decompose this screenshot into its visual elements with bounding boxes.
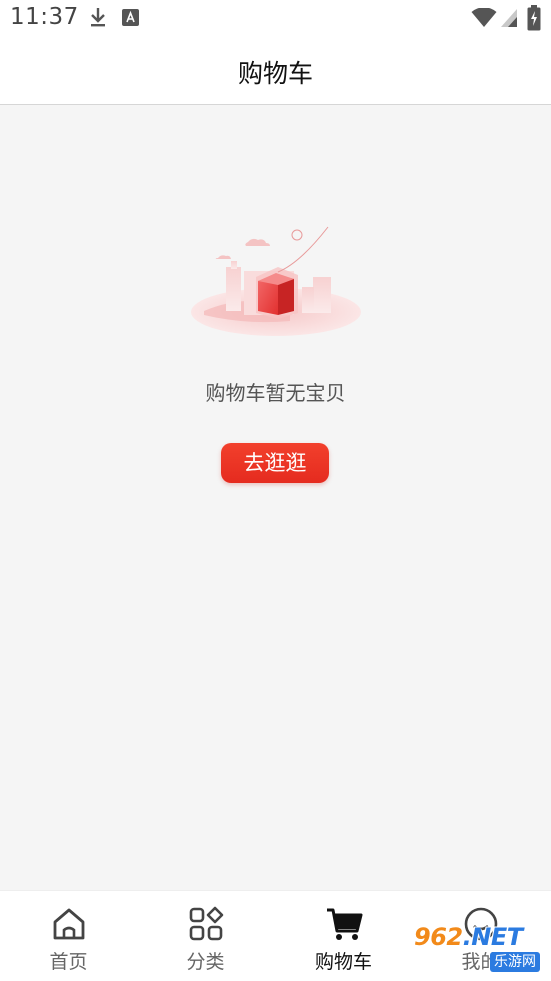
tab-profile[interactable]: 我的 (412, 891, 549, 981)
bottom-tab-bar: 首页 分类 购物车 我的 (0, 890, 551, 981)
home-icon (53, 908, 84, 940)
page-title: 购物车 (237, 59, 313, 88)
tab-cart[interactable]: 购物车 (275, 891, 412, 981)
keyboard-a-icon (122, 9, 139, 26)
status-bar: 11:37 (0, 0, 551, 38)
status-time: 11:37 (10, 4, 79, 30)
cell-signal-icon (501, 9, 517, 27)
tab-category-label: 分类 (186, 951, 225, 973)
tab-category[interactable]: 分类 (137, 891, 274, 981)
go-shopping-button[interactable]: 去逛逛 (221, 443, 329, 483)
cart-icon (326, 908, 362, 940)
category-grid-icon (189, 906, 223, 941)
cart-content: 购物车暂无宝贝 去逛逛 (0, 105, 551, 890)
profile-icon (464, 907, 497, 941)
empty-cart-illustration (191, 226, 361, 336)
page: 11:37 购物车 购物车暂无宝贝 去逛逛 首页 分类 购物车 我的 962.N… (0, 0, 551, 981)
battery-charging-icon (527, 5, 541, 31)
wifi-icon (471, 8, 497, 27)
empty-cart-message: 购物车暂无宝贝 (205, 381, 346, 405)
tab-cart-label: 购物车 (314, 951, 372, 973)
download-icon (91, 8, 105, 27)
tab-profile-label: 我的 (461, 951, 500, 973)
tab-home-label: 首页 (49, 951, 88, 973)
tab-home[interactable]: 首页 (0, 891, 137, 981)
app-header: 购物车 (0, 38, 551, 105)
